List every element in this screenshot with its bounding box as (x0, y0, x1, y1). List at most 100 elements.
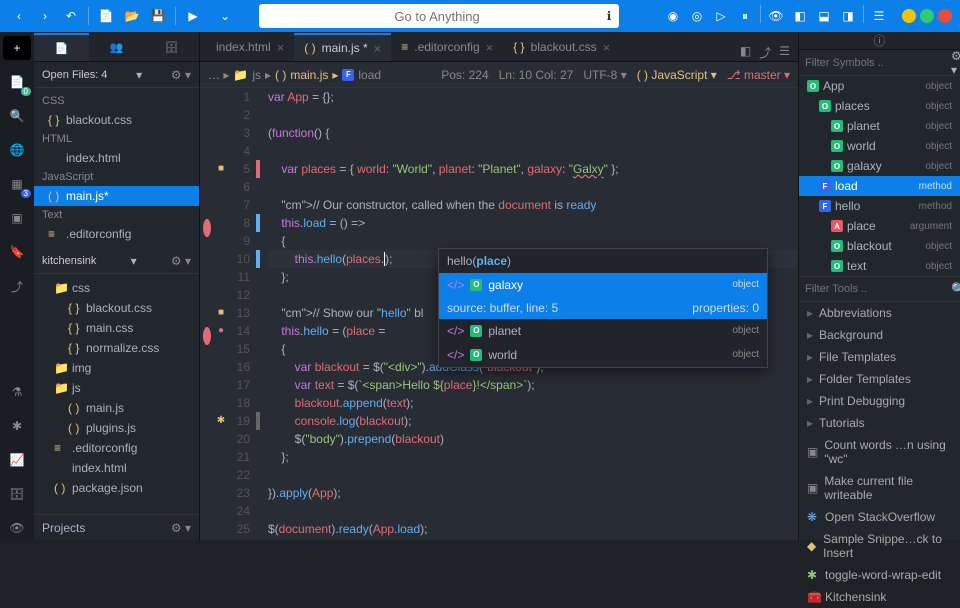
stop-macro-icon[interactable]: ◎ (686, 5, 708, 27)
split-bottom-icon[interactable]: ⬓ (813, 5, 835, 27)
close-icon[interactable]: × (277, 40, 285, 55)
tree-file[interactable]: index.html (34, 458, 199, 478)
crumb-folder[interactable]: 📁 js ▸ (233, 68, 271, 82)
gear-icon[interactable]: ⚙ ▾ (171, 254, 191, 268)
add-button[interactable]: + (3, 36, 31, 60)
preview-view-icon[interactable]: 👁 (5, 516, 29, 540)
crumb-symbol[interactable]: F load (342, 68, 381, 82)
view-toggle-icon[interactable]: 👁 (765, 5, 787, 27)
tree-file[interactable]: ( )main.js (34, 398, 199, 418)
go-to-input[interactable] (267, 9, 606, 24)
tree-file[interactable]: ≡.editorconfig (34, 438, 199, 458)
symbol-item[interactable]: Oworldobject (799, 136, 960, 156)
undo-button[interactable]: ↶ (60, 5, 82, 27)
open-files-header[interactable]: Open Files: 4 ▾ ⚙ ▾ (34, 62, 199, 88)
chart-view-icon[interactable]: 📈 (5, 448, 29, 472)
go-to-anything[interactable]: ℹ (259, 4, 619, 28)
tools-filter-input[interactable] (805, 283, 947, 295)
tool-item[interactable]: ▣Make current file writeable (799, 470, 960, 506)
open-file-button[interactable]: 📂 (121, 5, 143, 27)
files-view-icon[interactable]: 📄0 (5, 70, 29, 94)
run-button[interactable]: ▶ (182, 5, 204, 27)
status-branch[interactable]: ⎇ master ▾ (727, 68, 790, 82)
tree-file[interactable]: ( )package.json (34, 478, 199, 498)
symbol-item[interactable]: Aplaceargument (799, 216, 960, 236)
close-button[interactable] (938, 9, 952, 23)
crumb-file[interactable]: ( ) main.js ▸ (275, 68, 338, 82)
tool-item[interactable]: 🧰Kitchensink (799, 586, 960, 608)
sidebar-open-file[interactable]: { }blackout.css (34, 110, 199, 130)
play-macro-icon[interactable]: ▷ (710, 5, 732, 27)
save-button[interactable]: 💾 (147, 5, 169, 27)
upload-icon[interactable]: ⤴ (759, 44, 771, 61)
status-enc[interactable]: UTF-8 ▾ (583, 68, 626, 82)
sidebar-open-file[interactable]: index.html (34, 148, 199, 168)
autocomplete-item[interactable]: </>Oplanetobject (439, 319, 767, 343)
project-header[interactable]: kitchensink▾ ⚙ ▾ (34, 248, 199, 274)
gear-icon[interactable]: ⚙ ▾ (171, 521, 191, 535)
tools-filter[interactable]: 🔍 ⚙ ▾ (799, 276, 960, 302)
record-macro-icon[interactable]: ◉ (662, 5, 684, 27)
sidebar-open-file[interactable]: ≡.editorconfig (34, 224, 199, 244)
right-panel-tab[interactable]: ⓘ (799, 32, 960, 50)
tool-category[interactable]: ▸Folder Templates (799, 368, 960, 390)
tool-item[interactable]: ▣Count words …n using "wc" (799, 434, 960, 470)
test-view-icon[interactable]: ⚗ (5, 380, 29, 404)
symbol-item[interactable]: OAppobject (799, 76, 960, 96)
close-icon[interactable]: × (603, 40, 611, 55)
regex-view-icon[interactable]: ✱ (5, 414, 29, 438)
symbols-filter-input[interactable] (805, 57, 947, 69)
tree-file[interactable]: { }normalize.css (34, 338, 199, 358)
code-area[interactable]: ■■●✱ 12345678910111213141516171819202122… (200, 88, 798, 540)
editor-tab[interactable]: { }blackout.css× (503, 33, 620, 61)
autocomplete-item[interactable]: </>Ogalaxyobject (439, 273, 767, 297)
tool-item[interactable]: ✱toggle-word-wrap-edit (799, 564, 960, 586)
tool-category[interactable]: ▸Tutorials (799, 412, 960, 434)
projects-footer[interactable]: Projects ⚙ ▾ (34, 514, 199, 540)
tool-category[interactable]: ▸Background (799, 324, 960, 346)
editor-tab[interactable]: ≡.editorconfig× (391, 33, 503, 61)
symbol-item[interactable]: Oplanetobject (799, 116, 960, 136)
gear-icon[interactable]: ⚙ ▾ (951, 49, 960, 77)
tree-file[interactable]: ( )plugins.js (34, 418, 199, 438)
symbol-item[interactable]: Oplacesobject (799, 96, 960, 116)
bookmark-view-icon[interactable]: 🔖 (5, 240, 29, 264)
menu-icon[interactable]: ☰ (868, 5, 890, 27)
status-lang[interactable]: ( ) JavaScript ▾ (637, 68, 717, 82)
tree-folder[interactable]: 📁css (34, 278, 199, 298)
pause-macro-icon[interactable]: ⏸ (734, 5, 756, 27)
db-view-icon[interactable]: 🗄 (5, 482, 29, 506)
gear-icon[interactable]: ⚙ ▾ (171, 68, 191, 82)
back-button[interactable]: ‹ (8, 5, 30, 27)
search-view-icon[interactable]: 🔍 (5, 104, 29, 128)
maximize-button[interactable] (920, 9, 934, 23)
share-view-icon[interactable]: ⤴ (5, 274, 29, 298)
list-icon[interactable]: ☰ (779, 44, 790, 61)
forward-button[interactable]: › (34, 5, 56, 27)
tool-category[interactable]: ▸File Templates (799, 346, 960, 368)
tree-folder[interactable]: 📁img (34, 358, 199, 378)
symbol-item[interactable]: Fhellomethod (799, 196, 960, 216)
symbol-item[interactable]: Floadmethod (799, 176, 960, 196)
tool-category[interactable]: ▸Abbreviations (799, 302, 960, 324)
editor-tab[interactable]: index.html× (200, 33, 294, 61)
close-icon[interactable]: × (374, 41, 382, 56)
sidebar-tab-data[interactable]: 🗄 (144, 33, 199, 61)
split-icon[interactable]: ◧ (740, 44, 751, 61)
split-right-icon[interactable]: ◨ (837, 5, 859, 27)
globe-view-icon[interactable]: 🌐 (5, 138, 29, 162)
new-file-button[interactable]: 📄 (95, 5, 117, 27)
sidebar-tab-files[interactable]: 📄 (34, 33, 89, 61)
autocomplete-item[interactable]: </>Oworldobject (439, 343, 767, 367)
split-left-icon[interactable]: ◧ (789, 5, 811, 27)
search-icon[interactable]: 🔍 (951, 282, 960, 296)
tool-category[interactable]: ▸Print Debugging (799, 390, 960, 412)
symbol-item[interactable]: Otextobject (799, 256, 960, 276)
symbol-item[interactable]: Oblackoutobject (799, 236, 960, 256)
tree-file[interactable]: { }blackout.css (34, 298, 199, 318)
tool-item[interactable]: ❋Open StackOverflow (799, 506, 960, 528)
tree-folder[interactable]: 📁js (34, 378, 199, 398)
crumb-nav[interactable]: … ▸ (208, 68, 229, 82)
symbol-item[interactable]: Ogalaxyobject (799, 156, 960, 176)
run-dropdown[interactable]: ⌄ (214, 5, 236, 27)
